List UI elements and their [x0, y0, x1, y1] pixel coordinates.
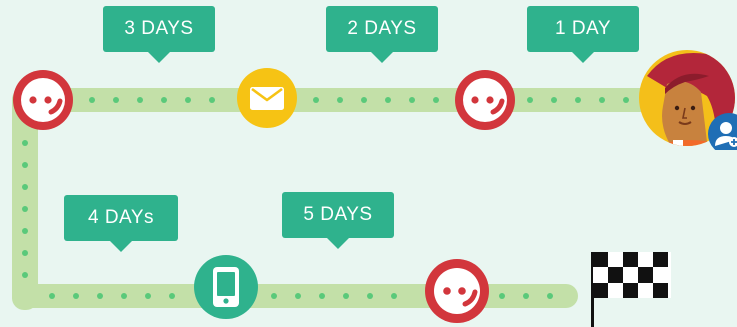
track-dot [319, 293, 325, 299]
track-dot [343, 293, 349, 299]
track-dot [22, 140, 28, 146]
track-dot [22, 206, 28, 212]
delay-bubble-4-days: 4 DAYs [64, 195, 178, 252]
track-dot [49, 293, 55, 299]
track-dot [527, 97, 533, 103]
track-dot [209, 97, 215, 103]
track-dot [409, 97, 415, 103]
track-dot [623, 97, 629, 103]
track-dot [499, 293, 505, 299]
track-dot [22, 272, 28, 278]
delay-bubble-1-day: 1 DAY [527, 6, 639, 63]
chat-face-icon [453, 68, 517, 132]
chat-face-icon [423, 257, 491, 325]
delay-bubble-2-days: 2 DAYS [326, 6, 438, 63]
track-dot [367, 293, 373, 299]
envelope-icon [235, 66, 299, 130]
track-dot [73, 293, 79, 299]
track-dot [385, 97, 391, 103]
track-dot [551, 97, 557, 103]
delay-bubble-3-days: 3 DAYS [103, 6, 215, 63]
delay-label: 1 DAY [554, 18, 611, 39]
track-dot [97, 293, 103, 299]
track-dot [295, 293, 301, 299]
track-dot [22, 162, 28, 168]
track-dot [547, 293, 553, 299]
track-dot [161, 97, 167, 103]
track-dot [22, 184, 28, 190]
track-dot [185, 97, 191, 103]
track-dot [361, 97, 367, 103]
track-dot [599, 97, 605, 103]
track-dot [575, 97, 581, 103]
add-user-icon [707, 112, 737, 150]
chat-face-icon [11, 68, 75, 132]
track-dot [169, 293, 175, 299]
track-dot [433, 97, 439, 103]
smartphone-icon [192, 253, 260, 321]
track-dot [391, 293, 397, 299]
delay-label: 2 DAYS [347, 18, 417, 39]
delay-label: 5 DAYS [303, 204, 373, 225]
track-dot [271, 293, 277, 299]
track-dot [137, 97, 143, 103]
track-dot [337, 97, 343, 103]
delay-label: 3 DAYS [124, 18, 194, 39]
track-dot [523, 293, 529, 299]
track-dot [22, 250, 28, 256]
track-dot [89, 97, 95, 103]
checkered-flag-icon [589, 252, 673, 327]
track-dot [113, 97, 119, 103]
track-dot [22, 228, 28, 234]
delay-label: 4 DAYs [87, 207, 154, 228]
delay-bubble-5-days: 5 DAYS [282, 192, 394, 249]
track-dot [121, 293, 127, 299]
track-dot [145, 293, 151, 299]
track-dot [313, 97, 319, 103]
